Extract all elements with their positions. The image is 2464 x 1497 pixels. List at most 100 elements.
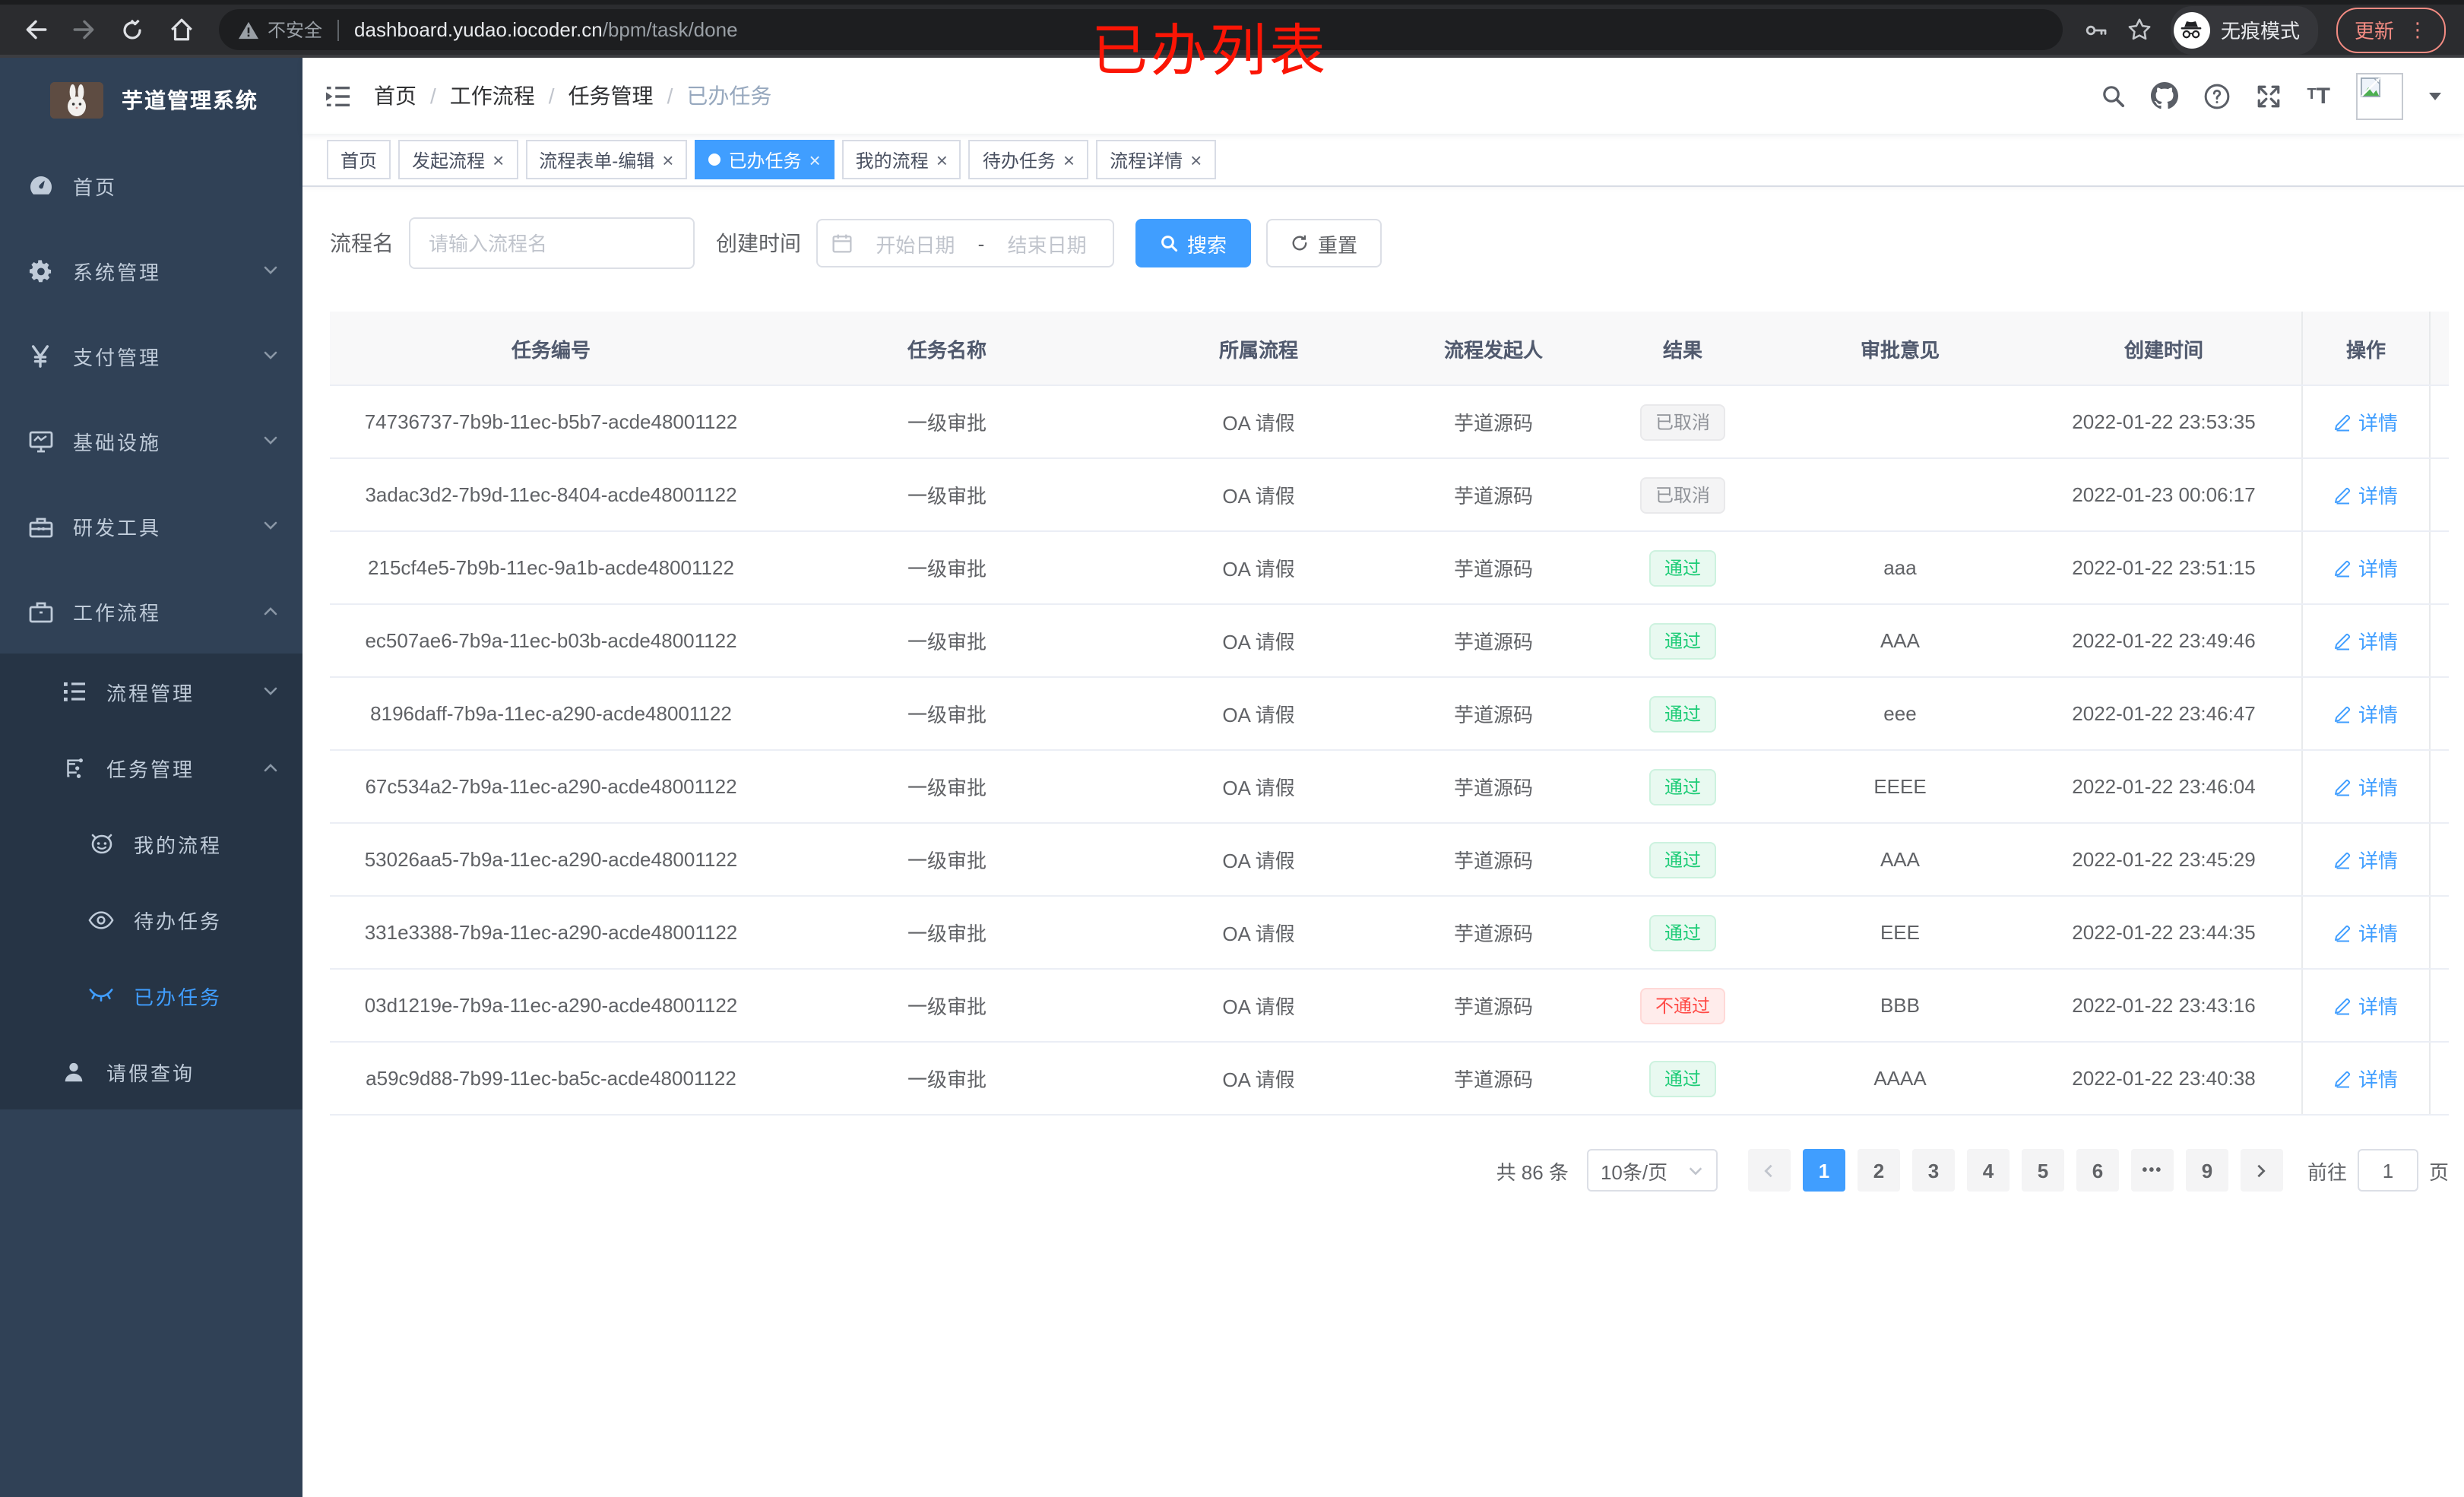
detail-link[interactable]: 详情 bbox=[2334, 480, 2398, 509]
breadcrumb-task-mgmt[interactable]: 任务管理 bbox=[568, 81, 654, 111]
tab-start-process[interactable]: 发起流程 × bbox=[398, 140, 518, 179]
pencil-icon bbox=[2334, 850, 2352, 869]
page-button-4[interactable]: 4 bbox=[1966, 1149, 2010, 1192]
tab-close-icon[interactable]: × bbox=[1063, 150, 1075, 169]
sidebar-item-home[interactable]: 首页 bbox=[0, 143, 302, 228]
result-tag: 通过 bbox=[1648, 695, 1716, 732]
tab-todo-tasks[interactable]: 待办任务 × bbox=[968, 140, 1089, 179]
date-range-separator: - bbox=[977, 232, 985, 255]
table-gutter bbox=[2429, 824, 2449, 895]
sidebar-item-leave-query[interactable]: 请假查询 bbox=[0, 1033, 302, 1109]
result-tag: 通过 bbox=[1648, 841, 1716, 878]
cell-task-id: 67c534a2-7b9a-11ec-a290-acde48001122 bbox=[365, 775, 737, 798]
cell-starter: 芋道源码 bbox=[1453, 923, 1533, 945]
sidebar-item-devtools[interactable]: 研发工具 bbox=[0, 483, 302, 568]
sidebar-item-label: 基础设施 bbox=[73, 431, 162, 454]
page-ellipsis[interactable]: ••• bbox=[2130, 1149, 2174, 1192]
tab-close-icon[interactable]: × bbox=[936, 150, 948, 169]
fullscreen-icon[interactable] bbox=[2255, 83, 2281, 109]
breadcrumb-home[interactable]: 首页 bbox=[374, 81, 416, 111]
incognito-label: 无痕模式 bbox=[2220, 20, 2300, 43]
reset-button[interactable]: 重置 bbox=[1266, 219, 1382, 267]
detail-link[interactable]: 详情 bbox=[2334, 845, 2398, 874]
start-date-placeholder[interactable]: 开始日期 bbox=[863, 229, 968, 258]
prev-page-button[interactable] bbox=[1747, 1149, 1791, 1192]
browser-menu-icon[interactable]: ⋮ bbox=[2408, 20, 2428, 40]
bookmark-star-icon[interactable] bbox=[2127, 17, 2152, 43]
detail-link[interactable]: 详情 bbox=[2334, 626, 2398, 655]
sidebar-item-payment[interactable]: 支付管理 bbox=[0, 313, 302, 398]
search-button[interactable]: 搜索 bbox=[1135, 219, 1252, 267]
cell-task-name: 一级审批 bbox=[907, 995, 987, 1018]
browser-back-icon[interactable] bbox=[18, 13, 52, 46]
end-date-placeholder[interactable]: 结束日期 bbox=[995, 229, 1099, 258]
search-icon[interactable] bbox=[2100, 84, 2124, 108]
tab-label: 我的流程 bbox=[855, 150, 929, 171]
table-gutter bbox=[2429, 605, 2449, 676]
tab-process-detail[interactable]: 流程详情 × bbox=[1096, 140, 1216, 179]
sidebar-item-done-tasks[interactable]: 已办任务 bbox=[0, 957, 302, 1033]
help-icon[interactable] bbox=[2203, 83, 2229, 109]
sidebar-item-todo-tasks[interactable]: 待办任务 bbox=[0, 881, 302, 957]
tab-home[interactable]: 首页 bbox=[327, 140, 391, 179]
page-size-select[interactable]: 10条/页 bbox=[1586, 1149, 1718, 1192]
tab-form-edit[interactable]: 流程表单-编辑 × bbox=[525, 140, 688, 179]
sidebar-item-infra[interactable]: 基础设施 bbox=[0, 398, 302, 483]
browser-update-button[interactable]: 更新 ⋮ bbox=[2336, 7, 2446, 52]
sidebar-item-my-process[interactable]: 我的流程 bbox=[0, 805, 302, 881]
tab-close-icon[interactable]: × bbox=[809, 150, 820, 169]
page-button-9[interactable]: 9 bbox=[2185, 1149, 2228, 1192]
column-header: 所属流程 bbox=[1122, 312, 1395, 385]
sidebar-item-system[interactable]: 系统管理 bbox=[0, 228, 302, 313]
security-label[interactable]: 不安全 bbox=[268, 17, 322, 43]
chevron-up-icon bbox=[261, 602, 280, 620]
key-icon[interactable] bbox=[2084, 17, 2108, 42]
page-button-6[interactable]: 6 bbox=[2076, 1149, 2119, 1192]
browser-reload-icon[interactable] bbox=[116, 13, 149, 46]
font-size-icon[interactable]: TT bbox=[2307, 84, 2330, 107]
sidebar-toggle-icon[interactable] bbox=[325, 84, 351, 107]
detail-link[interactable]: 详情 bbox=[2334, 699, 2398, 728]
tab-my-process[interactable]: 我的流程 × bbox=[841, 140, 961, 179]
calendar-icon bbox=[831, 233, 853, 254]
sidebar-item-label: 支付管理 bbox=[73, 346, 162, 369]
chevron-down-icon bbox=[261, 517, 280, 535]
detail-link[interactable]: 详情 bbox=[2334, 772, 2398, 801]
detail-link-label: 详情 bbox=[2358, 850, 2398, 872]
update-label: 更新 bbox=[2354, 20, 2394, 43]
tab-close-icon[interactable]: × bbox=[662, 150, 673, 169]
page-button-5[interactable]: 5 bbox=[2021, 1149, 2064, 1192]
sidebar-item-task-mgmt[interactable]: 任务管理 bbox=[0, 730, 302, 805]
avatar-caret-icon[interactable] bbox=[2429, 92, 2441, 106]
detail-link-label: 详情 bbox=[2358, 923, 2398, 945]
next-page-button[interactable] bbox=[2240, 1149, 2283, 1192]
github-icon[interactable] bbox=[2150, 82, 2178, 109]
date-range-input[interactable]: 开始日期 - 结束日期 bbox=[816, 219, 1114, 267]
browser-forward-icon[interactable] bbox=[67, 13, 100, 46]
sidebar-item-label: 待办任务 bbox=[134, 910, 223, 932]
goto-page-input[interactable] bbox=[2357, 1149, 2418, 1192]
detail-link[interactable]: 详情 bbox=[2334, 1064, 2398, 1093]
tab-done-tasks[interactable]: 已办任务 × bbox=[695, 140, 835, 179]
tab-close-icon[interactable]: × bbox=[492, 150, 504, 169]
page-button-2[interactable]: 2 bbox=[1857, 1149, 1900, 1192]
tab-close-icon[interactable]: × bbox=[1190, 150, 1202, 169]
breadcrumb-workflow[interactable]: 工作流程 bbox=[450, 81, 535, 111]
detail-link[interactable]: 详情 bbox=[2334, 553, 2398, 582]
sidebar-item-workflow[interactable]: 工作流程 bbox=[0, 568, 302, 654]
table-gutter bbox=[2429, 970, 2449, 1041]
detail-link[interactable]: 详情 bbox=[2334, 407, 2398, 436]
chevron-down-icon bbox=[261, 682, 280, 701]
sidebar-item-process-mgmt[interactable]: 流程管理 bbox=[0, 654, 302, 730]
page-button-1[interactable]: 1 bbox=[1802, 1149, 1845, 1192]
table-row: 53026aa5-7b9a-11ec-a290-acde48001122 一级审批… bbox=[330, 824, 2449, 897]
detail-link[interactable]: 详情 bbox=[2334, 918, 2398, 947]
breadcrumb-current: 已办任务 bbox=[686, 84, 772, 108]
detail-link[interactable]: 详情 bbox=[2334, 991, 2398, 1020]
cell-task-name: 一级审批 bbox=[907, 704, 987, 726]
process-name-input[interactable] bbox=[409, 217, 695, 269]
page-button-3[interactable]: 3 bbox=[1911, 1149, 1955, 1192]
avatar[interactable] bbox=[2356, 72, 2403, 119]
browser-home-icon[interactable] bbox=[164, 13, 198, 46]
logo-row[interactable]: 芋道管理系统 bbox=[0, 58, 302, 143]
